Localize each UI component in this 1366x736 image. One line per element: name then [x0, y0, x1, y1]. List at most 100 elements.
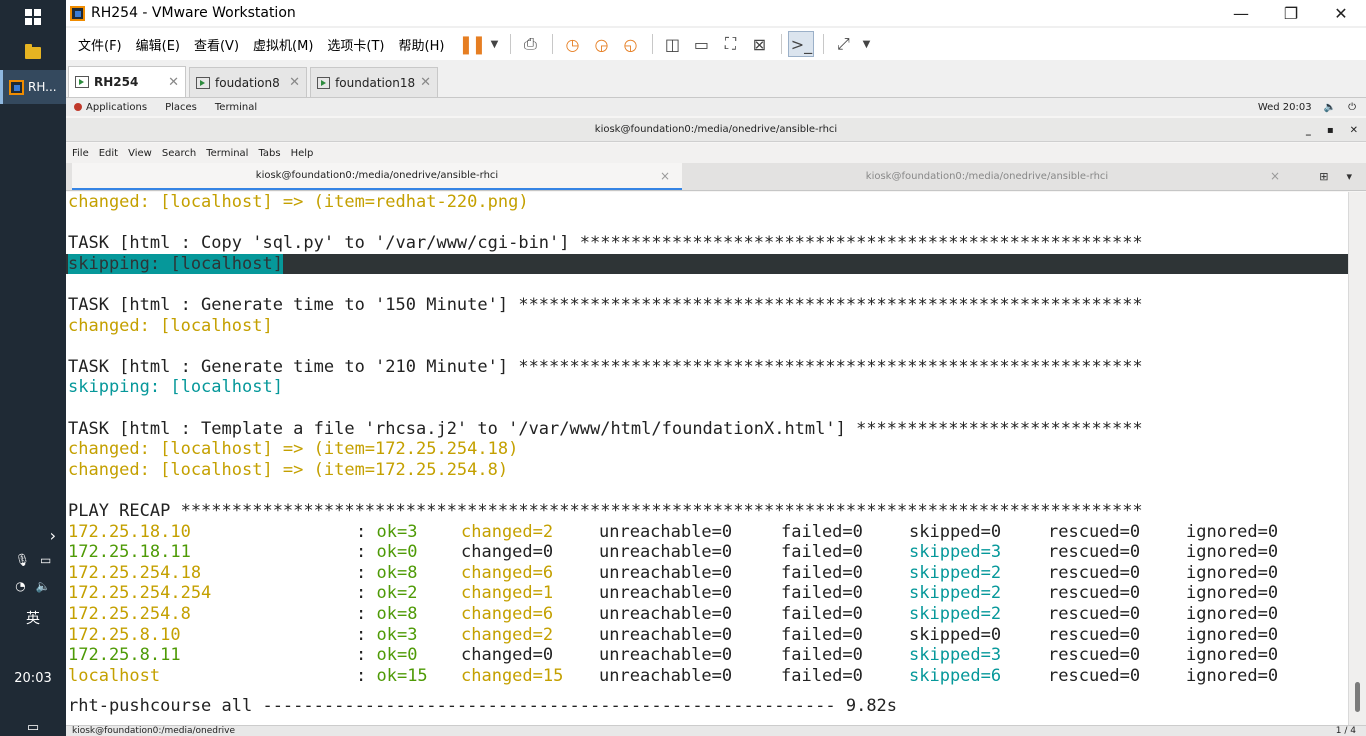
window-titlebar: RH254 - VMware Workstation — ❐ ✕ — [66, 0, 1366, 26]
taskbar-vmware-item[interactable]: RH... — [0, 70, 66, 104]
terminal-scrollbar[interactable] — [1348, 192, 1366, 736]
terminal-output[interactable]: changed: [localhost] => (item=redhat-220… — [66, 192, 1348, 736]
maximize-button[interactable]: ❐ — [1266, 0, 1316, 26]
gnome-applications-menu[interactable]: Applications — [74, 102, 147, 113]
output-line: changed: [localhost] => (item=172.25.254… — [68, 459, 509, 480]
terminal-menu-file[interactable]: File — [72, 148, 89, 159]
show-library-icon[interactable]: ◫ — [659, 31, 685, 57]
stretch-guest-icon[interactable]: ⤢ — [830, 31, 856, 57]
recap-host-cell: 172.25.18.11 — [68, 542, 191, 563]
close-button[interactable]: ✕ — [1316, 0, 1366, 26]
battery-icon[interactable]: ▭ — [40, 553, 51, 567]
vm-tab-foudation8[interactable]: foudation8 ✕ — [189, 67, 307, 97]
unity-icon[interactable]: ⊠ — [746, 31, 772, 57]
menu-vm[interactable]: 虚拟机(M) — [253, 35, 313, 54]
terminal-tab-strip: kiosk@foundation0:/media/onedrive/ansibl… — [66, 163, 1366, 191]
recap-ok-cell: : ok=0 — [356, 542, 417, 563]
power-dropdown-chevron-icon[interactable]: ▼ — [487, 31, 501, 57]
terminal-maximize-button[interactable]: ▪ — [1327, 125, 1334, 136]
microphone-icon[interactable]: 🎙 — [15, 553, 30, 567]
recap-rescued-cell: rescued=0 — [1048, 604, 1141, 624]
terminal-menu-tabs[interactable]: Tabs — [258, 148, 280, 159]
gnome-top-bar: Applications Places Terminal Wed 20:03 🔈… — [66, 98, 1366, 116]
recap-ignored-cell: ignored=0 — [1186, 665, 1279, 686]
show-thumbnail-icon[interactable]: ▭ — [688, 31, 714, 57]
show-hidden-icons-chevron[interactable]: › — [0, 522, 66, 548]
recap-ok-cell: : ok=8 — [356, 563, 417, 584]
taskbar-clock[interactable]: 20:03 — [0, 664, 66, 692]
close-terminal-tab-icon[interactable]: × — [1270, 169, 1280, 183]
vm-running-icon — [196, 76, 210, 89]
guest-display[interactable]: Applications Places Terminal Wed 20:03 🔈… — [66, 98, 1366, 736]
recap-separator: : — [356, 583, 377, 604]
close-tab-icon[interactable]: ✕ — [289, 75, 300, 90]
vm-tab-strip: RH254 ✕ foudation8 ✕ foundation18 ✕ — [66, 66, 1366, 98]
recap-ok-cell: : ok=2 — [356, 583, 417, 604]
windows-start-icon[interactable] — [0, 0, 66, 34]
terminal-tab-active[interactable]: kiosk@foundation0:/media/onedrive/ansibl… — [72, 163, 682, 190]
guest-task-terminal[interactable]: kiosk@foundation0:/media/onedrive — [72, 726, 235, 736]
recap-separator: : — [356, 645, 377, 666]
recap-skipped-cell: skipped=2 — [909, 583, 1002, 604]
recap-ignored-cell: ignored=0 — [1186, 542, 1279, 563]
gnome-volume-icon[interactable]: 🔈 — [1324, 102, 1336, 113]
terminal-menu-edit[interactable]: Edit — [99, 148, 118, 159]
file-explorer-icon[interactable] — [0, 36, 66, 70]
stretch-dropdown-chevron-icon[interactable]: ▼ — [859, 31, 873, 57]
scrollbar-thumb[interactable] — [1355, 682, 1360, 712]
recap-changed-cell: changed=2 — [461, 624, 554, 645]
terminal-menu-help[interactable]: Help — [291, 148, 314, 159]
revert-snapshot-icon[interactable]: ◶ — [588, 31, 614, 57]
close-tab-icon[interactable]: ✕ — [168, 75, 179, 90]
close-terminal-tab-icon[interactable]: × — [660, 169, 670, 183]
input-method-indicator[interactable]: 英 — [0, 604, 66, 632]
vm-tab-rh254[interactable]: RH254 ✕ — [68, 66, 186, 97]
recap-changed-cell: changed=1 — [461, 583, 554, 604]
gnome-places-menu[interactable]: Places — [165, 102, 197, 113]
workspace-pager[interactable]: 1 / 4 — [1336, 726, 1356, 736]
snapshot-manager-icon[interactable]: ◵ — [617, 31, 643, 57]
vm-tab-foundation18[interactable]: foundation18 ✕ — [310, 67, 438, 97]
recap-ok-cell: : ok=3 — [356, 625, 417, 646]
new-tab-icon[interactable]: ⊞ — [1319, 170, 1328, 183]
terminal-tab-inactive[interactable]: kiosk@foundation0:/media/onedrive/ansibl… — [682, 163, 1292, 190]
menu-view[interactable]: 查看(V) — [194, 35, 239, 54]
fullscreen-icon[interactable]: ⛶ — [717, 31, 743, 57]
terminal-tab-label: kiosk@foundation0:/media/onedrive/ansibl… — [255, 170, 499, 181]
terminal-menu-search[interactable]: Search — [162, 148, 196, 159]
pause-vm-icon[interactable]: ❚❚ — [458, 31, 486, 57]
console-view-icon[interactable]: >_ — [788, 31, 815, 57]
recap-ignored-cell: ignored=0 — [1186, 604, 1279, 624]
terminal-title: kiosk@foundation0:/media/onedrive/ansibl… — [594, 124, 838, 135]
recap-skipped-cell: skipped=3 — [909, 645, 1002, 666]
terminal-menu-terminal[interactable]: Terminal — [206, 148, 248, 159]
recap-ok-cell: : ok=8 — [356, 604, 417, 625]
vm-tab-label: foundation18 — [335, 75, 416, 90]
output-line: changed: [localhost] — [68, 315, 273, 336]
output-line: changed: [localhost] => (item=172.25.254… — [68, 439, 519, 460]
send-ctrl-alt-del-icon[interactable]: ⎙ — [517, 31, 543, 57]
notification-icon[interactable]: ▭ — [0, 718, 66, 736]
recap-rescued-cell: rescued=0 — [1048, 665, 1141, 686]
terminal-close-button[interactable]: ✕ — [1350, 125, 1358, 136]
volume-icon[interactable]: 🔈 — [36, 579, 51, 593]
close-tab-icon[interactable]: ✕ — [420, 75, 431, 90]
recap-unreachable-cell: unreachable=0 — [599, 604, 733, 624]
gnome-terminal-menu[interactable]: Terminal — [215, 102, 257, 113]
gnome-power-icon[interactable]: ⏻ — [1348, 102, 1356, 113]
wifi-icon[interactable]: ◔ — [15, 579, 25, 593]
menu-edit[interactable]: 编辑(E) — [136, 35, 180, 54]
terminal-menu-view[interactable]: View — [128, 148, 152, 159]
tabs-dropdown-chevron-icon[interactable]: ▾ — [1346, 170, 1352, 183]
gnome-clock[interactable]: Wed 20:03 — [1258, 102, 1312, 113]
terminal-minimize-button[interactable]: _ — [1306, 125, 1311, 136]
menu-file[interactable]: 文件(F) — [78, 35, 122, 54]
output-line: TASK [html : Generate time to '210 Minut… — [68, 356, 1143, 377]
menu-help[interactable]: 帮助(H) — [399, 35, 445, 54]
recap-host-cell: 172.25.254.8 — [68, 604, 191, 624]
window-title: RH254 - VMware Workstation — [91, 5, 296, 21]
menu-tabs[interactable]: 选项卡(T) — [327, 35, 384, 54]
recap-ok-value: ok=15 — [376, 665, 428, 686]
snapshot-icon[interactable]: ◷ — [559, 31, 585, 57]
minimize-button[interactable]: — — [1216, 0, 1266, 26]
